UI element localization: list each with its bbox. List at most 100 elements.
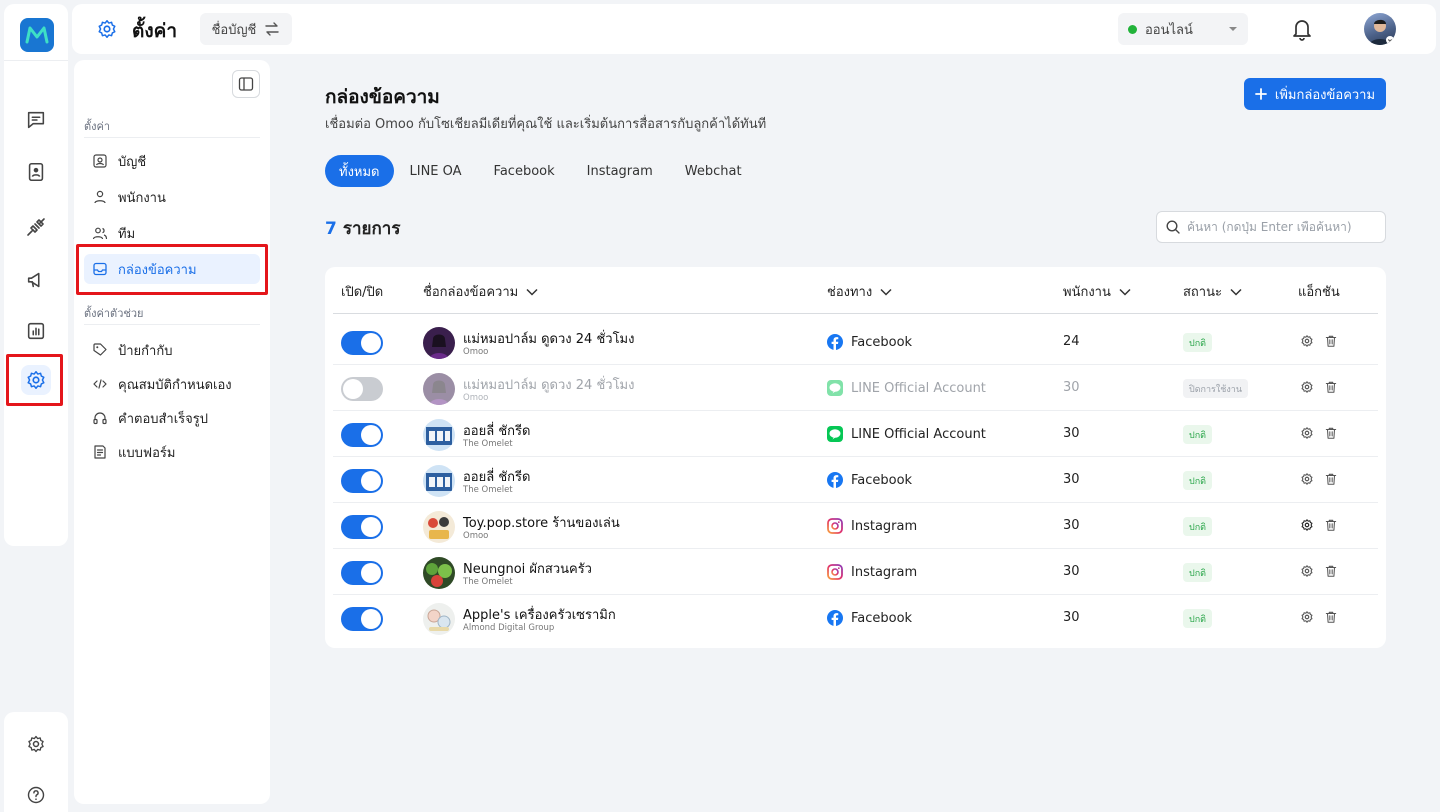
inbox-workspace: The Omelet (463, 577, 513, 587)
rail-broadcast[interactable] (21, 265, 51, 295)
trash-icon[interactable] (1324, 426, 1338, 440)
header-actions-label: แอ็กชัน (1298, 285, 1340, 300)
trash-icon[interactable] (1324, 610, 1338, 624)
left-rail (4, 4, 68, 546)
megaphone-icon (27, 272, 40, 288)
settings-panel: ตั้งค่า บัญชี พนักงาน ทีม กล่องข้อความ ต… (74, 60, 270, 804)
rail-integrations[interactable] (21, 212, 51, 242)
gear-icon[interactable] (1300, 426, 1314, 440)
gear-icon[interactable] (1300, 380, 1314, 394)
avatar-image (423, 373, 455, 405)
channel-label: Facebook (851, 334, 913, 350)
account-switch-button[interactable]: ชื่อบัญชี (200, 13, 292, 45)
header-status-label: สถานะ (1183, 285, 1222, 300)
rail-reports[interactable] (21, 316, 51, 346)
headset-icon (93, 412, 107, 425)
tab-all[interactable]: ทั้งหมด (325, 155, 394, 187)
trash-icon[interactable] (1324, 380, 1338, 394)
inbox-icon (93, 262, 107, 276)
channel-label: Facebook (851, 472, 913, 488)
tab-line-oa[interactable]: LINE OA (394, 155, 478, 187)
helpers-section-heading: ตั้งค่าตัวช่วย (84, 307, 144, 320)
logo-icon (25, 26, 49, 44)
menu-item-canned-responses[interactable]: คำตอบสำเร็จรูป (84, 403, 260, 433)
trash-icon[interactable] (1324, 518, 1338, 532)
chart-icon (27, 322, 45, 340)
header-channel[interactable]: ช่องทาง (827, 281, 892, 302)
avatar-image (1369, 19, 1394, 45)
tab-instagram[interactable]: Instagram (571, 155, 669, 187)
inbox-workspace: Omoo (463, 347, 489, 357)
gear-icon[interactable] (1300, 518, 1314, 532)
trash-icon[interactable] (1324, 472, 1338, 486)
gear-icon[interactable] (1300, 564, 1314, 578)
inbox-avatar (423, 373, 455, 405)
inbox-toggle[interactable] (341, 377, 383, 401)
menu-item-staff[interactable]: พนักงาน (84, 182, 260, 212)
add-inbox-button[interactable]: เพิ่มกล่องข้อความ (1244, 78, 1386, 110)
header-name[interactable]: ชื่อกล่องข้อความ (423, 281, 538, 302)
trash-icon[interactable] (1324, 564, 1338, 578)
header-staff[interactable]: พนักงาน (1063, 281, 1131, 302)
inbox-toggle[interactable] (341, 423, 383, 447)
result-count: 7 รายการ (325, 215, 400, 242)
inbox-workspace: The Omelet (463, 439, 513, 449)
instagram-icon (827, 564, 843, 580)
menu-item-inbox[interactable]: กล่องข้อความ (84, 254, 260, 284)
inbox-toggle[interactable] (341, 515, 383, 539)
menu-item-labels[interactable]: ป้ายกำกับ (84, 335, 260, 365)
menu-item-forms[interactable]: แบบฟอร์ม (84, 437, 260, 467)
chevron-down-icon (1119, 288, 1131, 296)
inbox-name: ออยลี่ ชักรีด (463, 424, 531, 439)
menu-item-label: กล่องข้อความ (118, 262, 197, 278)
gear-icon[interactable] (1300, 610, 1314, 624)
page-header-title: ตั้งค่า (132, 20, 177, 42)
status-badge: ปกติ (1183, 563, 1213, 582)
menu-item-label: ป้ายกำกับ (118, 343, 173, 359)
team-icon (92, 227, 108, 240)
avatar-image (423, 557, 455, 589)
code-icon (93, 379, 107, 389)
chevron-down-icon (880, 288, 892, 296)
online-status-select[interactable]: ออนไลน์ (1118, 13, 1248, 45)
rail-preferences[interactable] (21, 729, 51, 759)
menu-item-account[interactable]: บัญชี (84, 146, 260, 176)
result-count-number: 7 (325, 219, 337, 239)
inbox-toggle[interactable] (341, 469, 383, 493)
header-status[interactable]: สถานะ (1183, 281, 1242, 302)
menu-item-team[interactable]: ทีม (84, 218, 260, 248)
search-box (1156, 211, 1386, 243)
menu-item-custom-attributes[interactable]: คุณสมบัติกำหนดเอง (84, 369, 260, 399)
plus-icon (1255, 88, 1267, 100)
rail-settings[interactable] (21, 365, 51, 395)
table-header: เปิด/ปิด ชื่อกล่องข้อความ ช่องทาง พนักงา… (333, 267, 1378, 314)
channel-label: Instagram (851, 518, 918, 534)
table-row: Neungnoi ผักสวนครัว The Omelet Instagram… (333, 549, 1378, 595)
gear-icon[interactable] (1300, 334, 1314, 348)
user-avatar[interactable] (1364, 13, 1396, 45)
inbox-channel: Instagram (827, 518, 917, 534)
tab-webchat[interactable]: Webchat (669, 155, 758, 187)
gear-icon[interactable] (1300, 472, 1314, 486)
inbox-workspace: Almond Digital Group (463, 623, 555, 633)
search-input[interactable] (1187, 220, 1377, 234)
inbox-workspace: The Omelet (463, 485, 513, 495)
inbox-toggle[interactable] (341, 561, 383, 585)
collapse-panel-button[interactable] (232, 70, 260, 98)
chat-icon (27, 111, 45, 129)
rail-contacts[interactable] (21, 157, 51, 187)
rail-chat[interactable] (21, 105, 51, 135)
trash-icon[interactable] (1324, 334, 1338, 348)
tab-facebook[interactable]: Facebook (478, 155, 571, 187)
table-row: แม่หมอปาล์ม ดูดวง 24 ชั่วโมง Omoo Facebo… (333, 319, 1378, 365)
rail-help[interactable] (21, 780, 51, 810)
notifications-button[interactable] (1290, 16, 1314, 46)
chevron-down-icon (1230, 288, 1242, 296)
app-logo[interactable] (20, 18, 54, 52)
inbox-toggle[interactable] (341, 607, 383, 631)
plug-icon (27, 218, 45, 236)
gear-icon (28, 735, 44, 753)
inbox-workspace: Omoo (463, 393, 489, 403)
inbox-toggle[interactable] (341, 331, 383, 355)
inbox-avatar (423, 511, 455, 543)
